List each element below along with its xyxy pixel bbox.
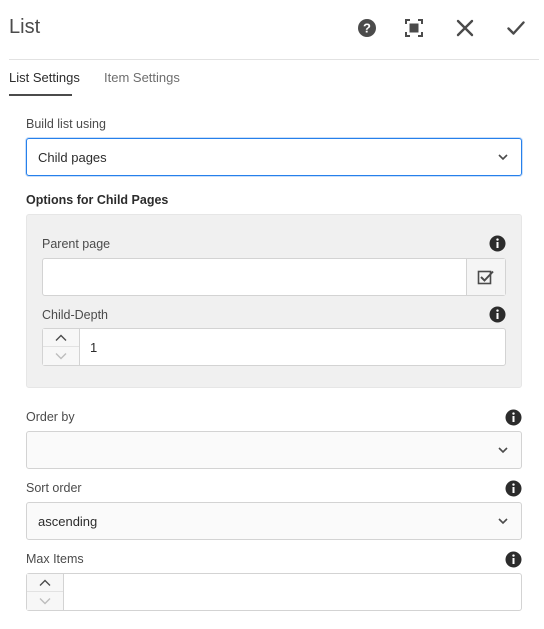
- close-button[interactable]: [452, 15, 478, 41]
- max-items-label: Max Items: [26, 552, 84, 566]
- child-pages-section-title: Options for Child Pages: [26, 193, 169, 207]
- child-depth-decrement[interactable]: [43, 347, 79, 365]
- sort-order-info-icon[interactable]: [505, 480, 522, 497]
- child-depth-value: 1: [90, 340, 98, 355]
- max-items-stepper: [27, 574, 64, 610]
- max-items-increment[interactable]: [27, 574, 63, 592]
- fullscreen-icon: [405, 19, 423, 37]
- sort-order-label: Sort order: [26, 481, 82, 495]
- tab-list-settings[interactable]: List Settings: [9, 70, 80, 85]
- build-list-label: Build list using: [26, 117, 106, 131]
- sort-order-select[interactable]: ascending: [26, 502, 522, 540]
- chevron-down-icon: [498, 154, 508, 161]
- child-pages-panel: Parent page Child-Depth 1: [26, 214, 522, 388]
- child-depth-increment[interactable]: [43, 329, 79, 347]
- help-icon: ?: [358, 19, 376, 37]
- order-by-info-icon[interactable]: [505, 409, 522, 426]
- header-divider: [9, 59, 539, 60]
- chevron-down-icon: [498, 447, 508, 454]
- order-by-label: Order by: [26, 410, 75, 424]
- child-depth-stepper: [43, 329, 80, 365]
- active-tab-indicator: [9, 94, 72, 96]
- child-depth-info-icon[interactable]: [489, 306, 506, 323]
- help-button[interactable]: ?: [354, 15, 380, 41]
- parent-page-field[interactable]: [42, 258, 506, 296]
- child-depth-label: Child-Depth: [42, 308, 109, 322]
- chevron-up-icon: [55, 334, 67, 341]
- build-list-value: Child pages: [38, 150, 107, 165]
- build-list-select[interactable]: Child pages: [26, 138, 522, 176]
- child-depth-field[interactable]: 1: [42, 328, 506, 366]
- path-browser-button[interactable]: [466, 259, 505, 295]
- fullscreen-button[interactable]: [401, 15, 427, 41]
- svg-text:?: ?: [363, 21, 371, 36]
- dialog-title: List: [9, 16, 41, 38]
- done-button[interactable]: [503, 15, 529, 41]
- select-checkbox-icon: [477, 270, 494, 285]
- chevron-up-icon: [39, 579, 51, 586]
- max-items-field[interactable]: [26, 573, 522, 611]
- checkmark-icon: [507, 21, 525, 35]
- parent-page-info-icon[interactable]: [489, 235, 506, 252]
- sort-order-value: ascending: [38, 514, 98, 529]
- close-icon: [456, 19, 474, 37]
- chevron-down-icon: [498, 518, 508, 525]
- chevron-down-icon: [39, 598, 51, 605]
- dialog-header: List ?: [0, 0, 544, 58]
- max-items-info-icon[interactable]: [505, 551, 522, 568]
- parent-page-label: Parent page: [42, 237, 111, 251]
- tab-item-settings[interactable]: Item Settings: [104, 70, 180, 85]
- chevron-down-icon: [55, 353, 67, 360]
- order-by-select[interactable]: [26, 431, 522, 469]
- max-items-decrement[interactable]: [27, 592, 63, 610]
